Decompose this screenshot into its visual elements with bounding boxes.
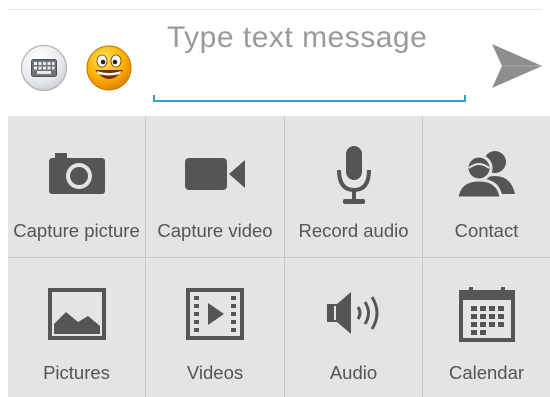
picture-icon xyxy=(47,288,106,340)
speaker-icon xyxy=(326,292,378,334)
attach-pictures[interactable]: Pictures xyxy=(8,258,145,397)
send-icon xyxy=(492,44,542,88)
attach-capture-video[interactable]: Capture video xyxy=(146,116,284,257)
attach-label: Capture video xyxy=(157,220,273,241)
attach-label: Audio xyxy=(329,362,378,383)
attach-label: Contact xyxy=(454,220,519,241)
input-underline-tick xyxy=(153,95,155,102)
attach-record-audio[interactable]: Record audio xyxy=(285,116,422,257)
contact-icon xyxy=(454,151,515,200)
attach-contact[interactable]: Contact xyxy=(423,116,550,257)
keyboard-button[interactable] xyxy=(21,45,67,91)
attach-label: Calendar xyxy=(448,362,525,383)
film-icon xyxy=(186,288,244,340)
attach-label: Capture picture xyxy=(13,220,140,241)
calendar-icon xyxy=(458,287,515,342)
divider xyxy=(8,9,542,10)
attach-audio[interactable]: Audio xyxy=(285,258,422,397)
attach-calendar[interactable]: Calendar xyxy=(423,258,550,397)
video-camera-icon xyxy=(185,158,245,190)
keyboard-icon xyxy=(31,59,57,77)
attach-videos[interactable]: Videos xyxy=(146,258,284,397)
attachment-grid: Capture picture Capture video Record aud… xyxy=(8,116,550,397)
emoji-button[interactable] xyxy=(85,44,133,92)
attach-label: Videos xyxy=(186,362,244,383)
smiley-icon xyxy=(86,45,132,91)
attach-label: Record audio xyxy=(298,220,409,241)
input-underline-tick xyxy=(464,95,466,102)
attach-capture-picture[interactable]: Capture picture xyxy=(8,116,145,257)
attach-label: Pictures xyxy=(43,362,110,383)
input-underline xyxy=(153,100,466,102)
compose-bar: Type text message xyxy=(0,0,550,114)
message-input[interactable]: Type text message xyxy=(153,18,466,102)
message-placeholder: Type text message xyxy=(167,21,428,54)
microphone-icon xyxy=(336,146,371,204)
camera-icon xyxy=(48,153,105,194)
send-button[interactable] xyxy=(488,38,544,94)
